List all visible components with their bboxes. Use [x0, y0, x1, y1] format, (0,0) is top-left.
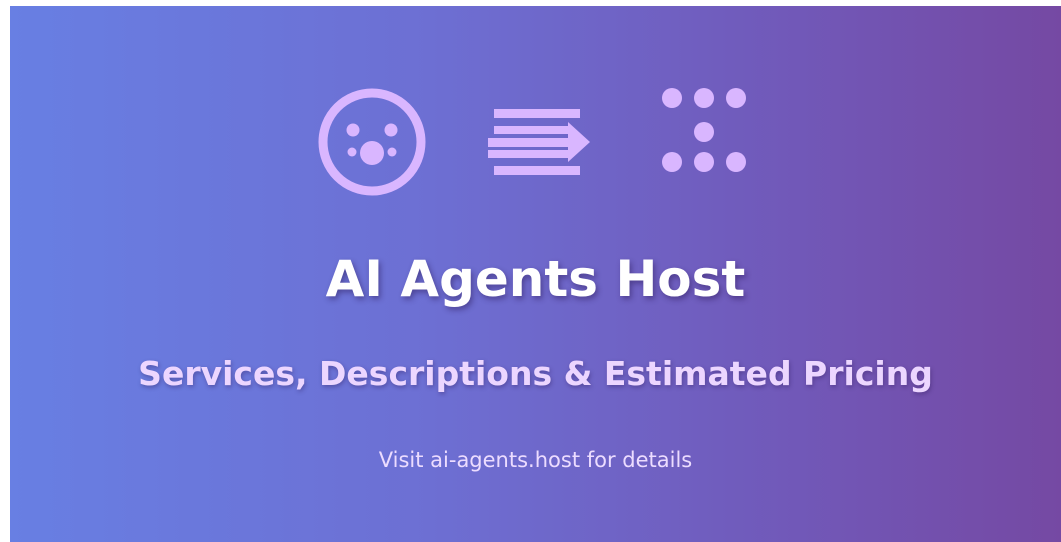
forward-arrow-icon [488, 109, 590, 175]
banner-title: AI Agents Host [325, 250, 746, 308]
dot-network-icon [662, 88, 746, 172]
agent-hub-icon [318, 88, 426, 196]
banner-footer: Visit ai-agents.host for details [378, 448, 693, 472]
icon-row [10, 86, 1061, 206]
banner-subtitle: Services, Descriptions & Estimated Prici… [138, 354, 933, 393]
banner: AI Agents Host Services, Descriptions & … [10, 6, 1061, 542]
